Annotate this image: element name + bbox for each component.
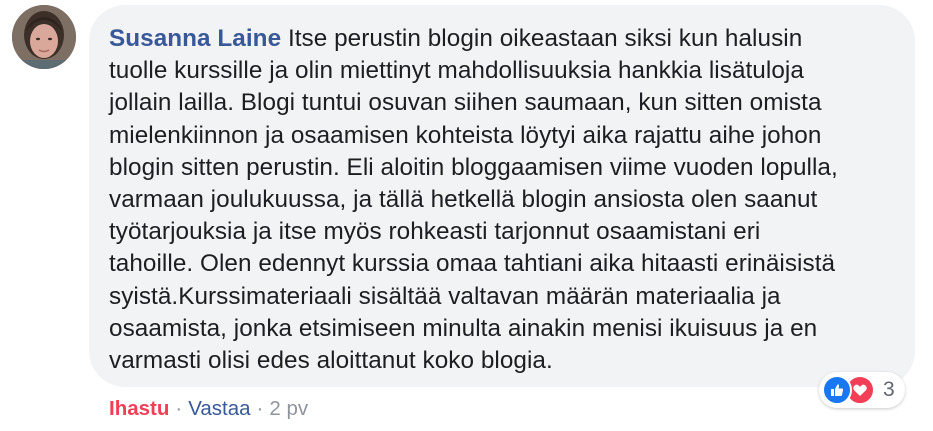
reply-button[interactable]: Vastaa xyxy=(188,397,250,420)
comment-line: mielenkiinnon ja osaamisen kohteista löy… xyxy=(109,121,822,149)
like-icon xyxy=(822,375,852,405)
reaction-count: 3 xyxy=(883,378,895,401)
comment-line: Itse perustin blogin oikeastaan siksi ku… xyxy=(281,25,803,52)
comment-actions: Ihastu · Vastaa · 2 pv xyxy=(109,396,308,422)
comment-line: jollain lailla. Blogi tuntui osuvan siih… xyxy=(109,89,822,117)
comment-line: varmaan joulukuussa, ja tällä hetkellä b… xyxy=(109,186,818,214)
comment-root: Susanna Laine Itse perustin blogin oikea… xyxy=(0,0,933,431)
reactions-summary[interactable]: 3 xyxy=(819,372,905,408)
comment-line: työtarjouksia ja itse myös rohkeasti tar… xyxy=(109,218,761,246)
comment-line: varmasti olisi edes aloittanut koko blog… xyxy=(109,347,553,375)
separator-dot: · xyxy=(175,397,183,420)
separator-dot: · xyxy=(256,397,264,420)
love-reaction-button[interactable]: Ihastu xyxy=(109,397,169,420)
comment-text: Susanna Laine Itse perustin blogin oikea… xyxy=(109,23,895,377)
comment-line: osaamista, jonka etsimiseen minulta aina… xyxy=(109,314,818,342)
comment-author-link[interactable]: Susanna Laine xyxy=(109,25,281,52)
comment-line: blogin sitten perustin. Eli aloitin blog… xyxy=(109,153,838,181)
comment-timestamp[interactable]: 2 pv xyxy=(269,397,308,420)
comment-line: syistä.Kurssimateriaali sisältää valtava… xyxy=(109,282,781,310)
comment-bubble: Susanna Laine Itse perustin blogin oikea… xyxy=(89,5,915,387)
avatar-photo xyxy=(12,5,76,69)
avatar[interactable] xyxy=(12,5,76,69)
comment-line: tuolle kurssille ja olin miettinyt mahdo… xyxy=(109,57,804,85)
comment-line: tahoille. Olen edennyt kurssia omaa taht… xyxy=(109,250,836,278)
